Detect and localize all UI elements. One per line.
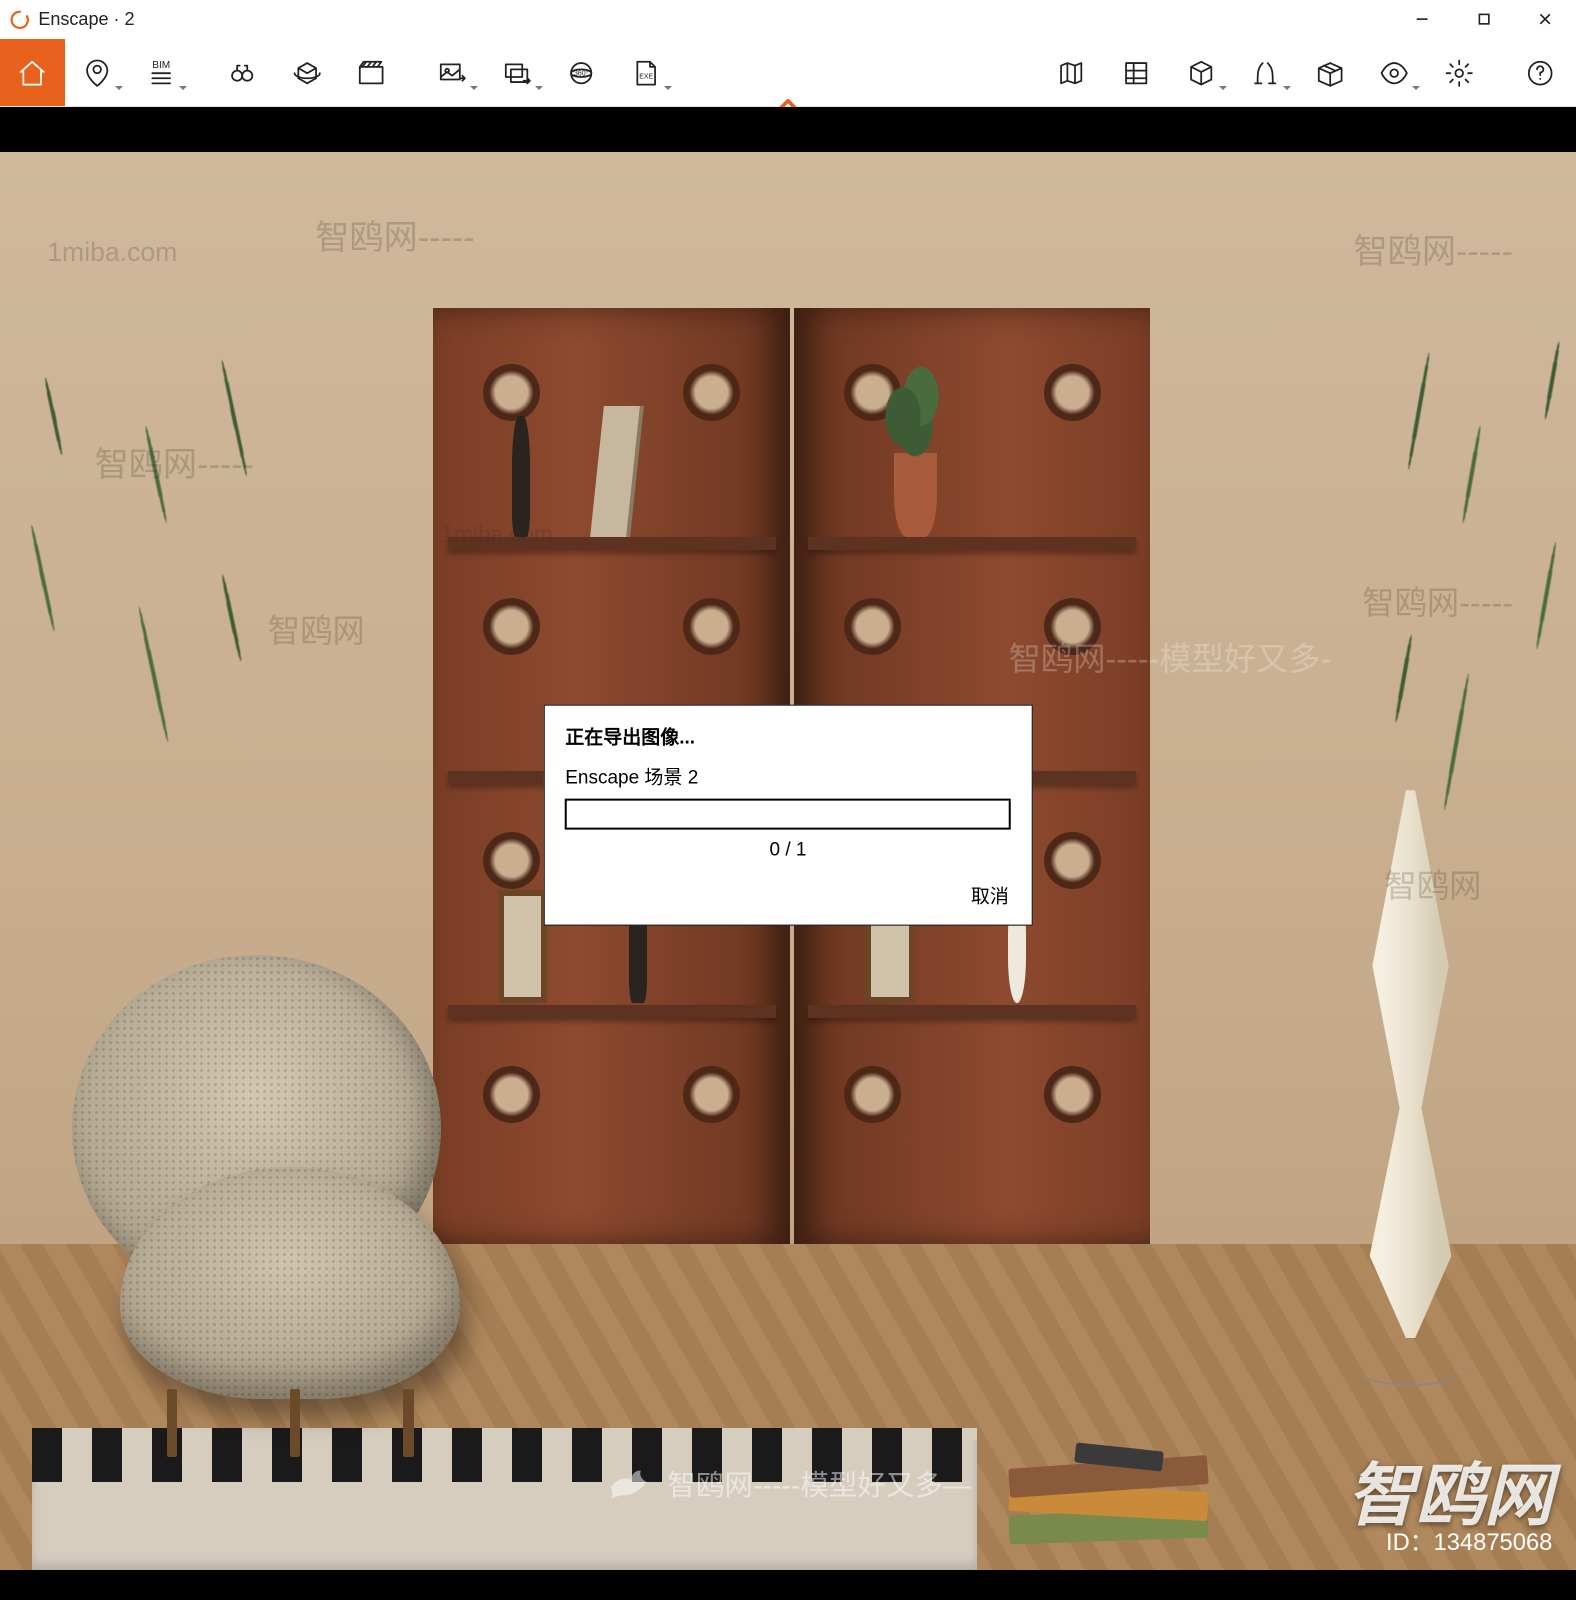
watermark: 智鸥网----- bbox=[1362, 578, 1513, 624]
watermark: 智鸥网----- bbox=[1353, 223, 1513, 273]
window-controls bbox=[1392, 0, 1576, 39]
settings-button[interactable] bbox=[1427, 39, 1492, 106]
orbit-button[interactable] bbox=[275, 39, 340, 106]
help-button[interactable] bbox=[1508, 39, 1573, 106]
video-button[interactable] bbox=[339, 39, 404, 106]
home-button[interactable] bbox=[0, 39, 65, 106]
svg-text:360°: 360° bbox=[574, 69, 589, 77]
scene-floor-lamp bbox=[1340, 790, 1482, 1386]
toolbar-left: BIM bbox=[0, 39, 694, 106]
views-button[interactable] bbox=[65, 39, 130, 106]
scene-plant-left bbox=[0, 237, 410, 1017]
export-exe-button[interactable]: EXE bbox=[614, 39, 679, 106]
dialog-subtitle: Enscape 场景 2 bbox=[565, 762, 1011, 789]
asset-library-button[interactable] bbox=[1104, 39, 1169, 106]
binoculars-button[interactable] bbox=[210, 39, 275, 106]
export-batch-button[interactable] bbox=[484, 39, 549, 106]
visibility-button[interactable] bbox=[1362, 39, 1427, 106]
watermark-center: 智鸥网-----模型好又多— bbox=[605, 1461, 972, 1507]
close-button[interactable] bbox=[1515, 0, 1576, 39]
export-dialog: 正在导出图像... Enscape 场景 2 0 / 1 取消 bbox=[544, 705, 1033, 926]
app-window: Enscape · 2 BIM bbox=[0, 0, 1576, 1600]
3d-mode-button[interactable] bbox=[1169, 39, 1234, 106]
maximize-button[interactable] bbox=[1453, 0, 1514, 39]
svg-text:BIM: BIM bbox=[152, 60, 170, 71]
scene-armchair bbox=[63, 975, 536, 1457]
minimize-button[interactable] bbox=[1392, 0, 1453, 39]
export-image-button[interactable] bbox=[420, 39, 485, 106]
letterbox-top bbox=[0, 107, 1576, 152]
toolbar: BIM bbox=[0, 39, 1576, 107]
svg-text:EXE: EXE bbox=[639, 73, 653, 80]
progress-bar bbox=[565, 799, 1011, 830]
window-title: Enscape · 2 bbox=[38, 9, 134, 30]
letterbox-bottom bbox=[0, 1570, 1576, 1600]
scene-floor-books bbox=[1009, 1428, 1230, 1541]
bim-layers-button[interactable]: BIM bbox=[129, 39, 194, 106]
watermark: 智鸥网----- bbox=[315, 209, 475, 259]
watermark: 1miba.com bbox=[47, 237, 177, 268]
watermark-id: ID：134875068 bbox=[1386, 1522, 1552, 1557]
progress-counter: 0 / 1 bbox=[565, 839, 1011, 861]
app-logo-icon bbox=[9, 9, 31, 31]
package-button[interactable] bbox=[1298, 39, 1363, 106]
titlebar: Enscape · 2 bbox=[0, 0, 1576, 39]
cancel-button[interactable]: 取消 bbox=[969, 879, 1011, 910]
compare-button[interactable] bbox=[1233, 39, 1298, 106]
toolbar-right bbox=[1039, 39, 1576, 106]
render-viewport[interactable]: 1miba.com 智鸥网----- 智鸥网----- 智鸥网----- 1mi… bbox=[0, 107, 1576, 1600]
export-360-button[interactable]: 360° bbox=[549, 39, 614, 106]
minimap-button[interactable] bbox=[1039, 39, 1104, 106]
watermark: 智鸥网----- bbox=[95, 436, 255, 486]
dialog-title: 正在导出图像... bbox=[565, 723, 1011, 750]
watermark: 智鸥网 bbox=[268, 606, 365, 652]
